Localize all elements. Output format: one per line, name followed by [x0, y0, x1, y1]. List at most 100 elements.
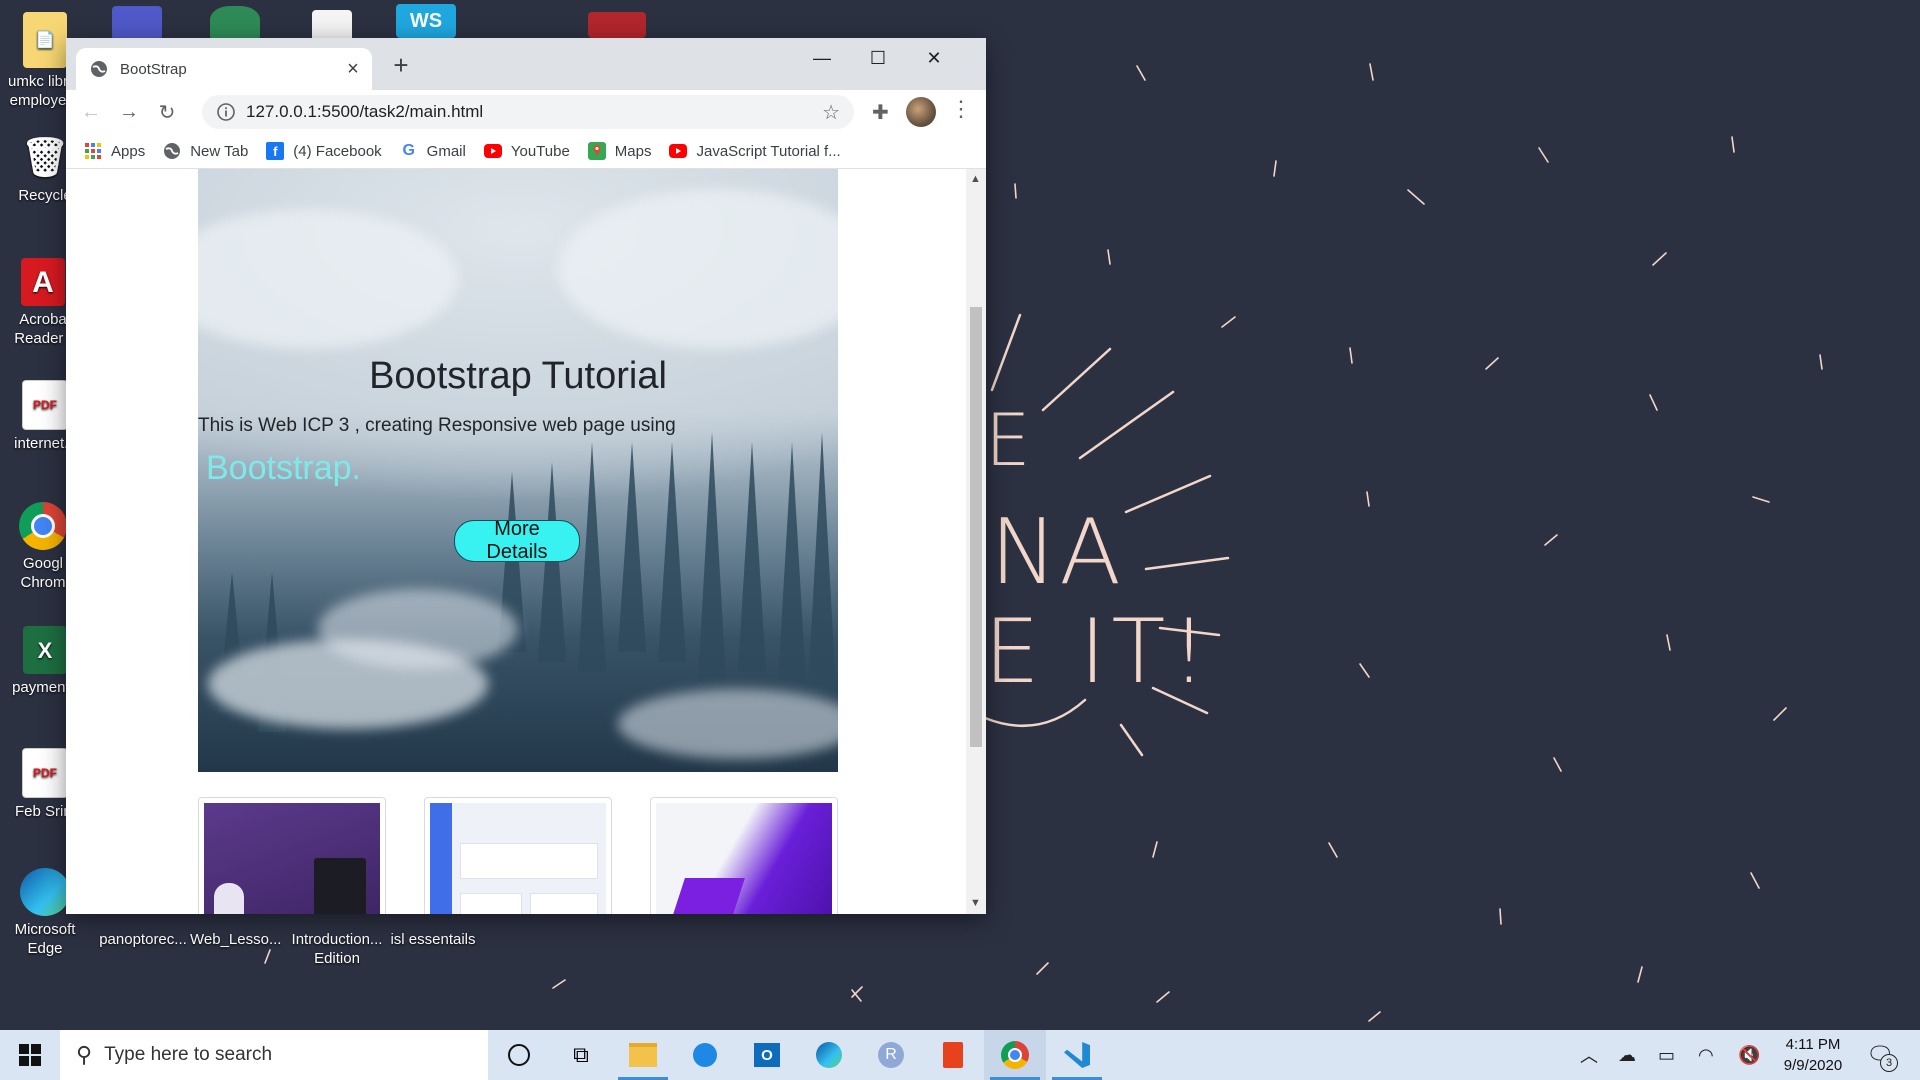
battery-icon[interactable]: ▭ — [1658, 1030, 1675, 1080]
page-viewport: Bootstrap Tutorial This is Web ICP 3 , c… — [66, 169, 966, 914]
bookmark-label: (4) Facebook — [293, 142, 382, 160]
bookmarks-bar: Apps New Tab f (4) Facebook G Gmail YouT… — [66, 134, 986, 169]
bookmark-label: New Tab — [190, 142, 249, 160]
office-icon[interactable] — [922, 1030, 984, 1080]
desktop-icon-introduction[interactable]: Introduction... Edition — [287, 930, 387, 968]
card-image — [430, 803, 606, 914]
info-icon[interactable] — [216, 102, 236, 122]
apps-icon — [84, 142, 102, 160]
globe-icon — [91, 61, 107, 77]
hero-accent-text: Bootstrap. — [206, 449, 361, 487]
taskbar-search[interactable]: ⚲ Type here to search — [60, 1030, 488, 1080]
bookmark-javascript-tutorial[interactable]: JavaScript Tutorial f... — [669, 142, 841, 160]
volume-muted-icon[interactable]: 🔇 — [1738, 1030, 1760, 1080]
desktop-icon-label: umkc libr employe — [8, 73, 68, 109]
card-1[interactable] — [198, 797, 386, 914]
acrobat-icon: A — [21, 258, 65, 306]
browser-toolbar: ← → ↻ 127.0.0.1:5500/task2/main.html ☆ ✚… — [66, 90, 986, 134]
new-tab-button[interactable]: + — [386, 50, 416, 80]
minimize-button[interactable]: — — [794, 38, 850, 78]
desktop-icon-web-lesson[interactable]: Web_Lesso... — [190, 930, 282, 949]
desktop-icon-label: Microsoft — [14, 921, 76, 938]
chrome-icon — [19, 502, 67, 550]
wallpaper-word-3: E IT! — [984, 600, 1213, 703]
more-details-button[interactable]: More Details — [454, 518, 580, 563]
bookmark-label: Gmail — [426, 142, 466, 160]
chrome-taskbar-icon[interactable] — [984, 1030, 1046, 1080]
url-text[interactable]: 127.0.0.1:5500/task2/main.html — [246, 102, 822, 122]
windows-taskbar: ⚲ Type here to search ⧉ O R ︿ ☁ ▭ ◠ 🔇 4:… — [0, 1030, 1920, 1080]
card-3[interactable] — [650, 797, 838, 914]
forward-arrow-icon[interactable]: → — [112, 95, 146, 129]
app-blue-icon[interactable] — [674, 1030, 736, 1080]
close-tab-icon[interactable]: × — [342, 58, 364, 80]
r-icon[interactable]: R — [860, 1030, 922, 1080]
recycle-bin-icon: 🗑 — [20, 136, 70, 179]
card-image — [656, 803, 832, 914]
scrollbar-thumb[interactable] — [970, 307, 982, 747]
search-placeholder[interactable]: Type here to search — [104, 1044, 272, 1066]
maximize-button[interactable]: ☐ — [850, 38, 906, 78]
browser-window: BootStrap × + — ☐ ✕ ← → ↻ 127.0.0.1:5500… — [66, 38, 986, 914]
teams-icon[interactable] — [112, 6, 162, 40]
desktop-icon-label-line2: Edge — [27, 940, 63, 957]
file-explorer-icon[interactable] — [612, 1030, 674, 1080]
system-clock[interactable]: 4:11 PM 9/9/2020 — [1768, 1034, 1858, 1076]
maps-icon — [587, 142, 606, 160]
edge-taskbar-icon[interactable] — [798, 1030, 860, 1080]
reload-icon[interactable]: ↻ — [150, 95, 184, 129]
desktop-icon-label: Web_Lesso... — [190, 931, 282, 948]
page-scrollbar[interactable]: ▲ ▼ — [966, 169, 986, 914]
extensions-puzzle-icon[interactable]: ✚ — [872, 100, 889, 125]
bookmark-label: JavaScript Tutorial f... — [696, 142, 841, 160]
clock-time: 4:11 PM — [1785, 1036, 1841, 1053]
facebook-icon: f — [266, 142, 285, 160]
back-arrow-icon[interactable]: ← — [74, 95, 108, 129]
notification-badge: 3 — [1880, 1054, 1898, 1072]
tab-strip: BootStrap × + — ☐ ✕ — [66, 38, 986, 90]
app-icon[interactable] — [210, 6, 260, 40]
profile-avatar[interactable] — [906, 97, 936, 127]
more-menu-icon[interactable]: ⋮ — [950, 96, 972, 122]
outlook-icon[interactable]: O — [736, 1030, 798, 1080]
address-bar[interactable]: 127.0.0.1:5500/task2/main.html ☆ — [202, 95, 854, 129]
pdf-icon: PDF — [22, 380, 68, 430]
hero-jumbotron: Bootstrap Tutorial This is Web ICP 3 , c… — [198, 169, 838, 772]
edge-icon — [20, 868, 70, 916]
desktop-icon-isl-essentials[interactable]: isl essentails — [383, 930, 483, 949]
onedrive-cloud-icon[interactable]: ☁ — [1618, 1030, 1636, 1080]
vscode-icon[interactable] — [1046, 1030, 1108, 1080]
bookmark-apps[interactable]: Apps — [84, 142, 145, 160]
windows-logo-icon — [19, 1044, 41, 1066]
bookmark-facebook[interactable]: f (4) Facebook — [266, 142, 382, 160]
desktop-icon-label: panoptorec... — [99, 931, 187, 948]
youtube-icon — [669, 142, 688, 160]
bookmark-maps[interactable]: Maps — [587, 142, 651, 160]
desktop-icon-label: Introduction... — [291, 931, 383, 948]
start-button[interactable] — [0, 1030, 60, 1080]
wifi-icon[interactable]: ◠ — [1698, 1030, 1714, 1080]
tab-bootstrap[interactable]: BootStrap × — [76, 48, 372, 90]
bookmark-star-icon[interactable]: ☆ — [822, 100, 840, 125]
scroll-up-arrow-icon[interactable]: ▲ — [970, 173, 981, 185]
bookmark-youtube[interactable]: YouTube — [483, 142, 570, 160]
cortana-icon[interactable] — [488, 1030, 550, 1080]
wallpaper-word-1: E — [985, 398, 1031, 482]
task-view-icon[interactable]: ⧉ — [550, 1030, 612, 1080]
hero-title: Bootstrap Tutorial — [369, 355, 667, 397]
youtube-icon — [483, 142, 502, 160]
search-icon: ⚲ — [76, 1042, 93, 1067]
folder-icon: 📄 — [23, 12, 67, 68]
scroll-down-arrow-icon[interactable]: ▼ — [970, 897, 981, 909]
clock-date: 9/9/2020 — [1783, 1057, 1843, 1074]
close-window-button[interactable]: ✕ — [906, 38, 962, 78]
winrar-icon[interactable] — [588, 12, 646, 38]
webstorm-icon[interactable]: WS — [396, 4, 456, 38]
desktop-icon-panopto[interactable]: panoptorec... — [98, 930, 188, 949]
bookmark-new-tab[interactable]: New Tab — [163, 142, 248, 160]
bookmark-gmail[interactable]: G Gmail — [400, 142, 466, 160]
card-2[interactable] — [424, 797, 612, 914]
bookmark-label: YouTube — [510, 142, 570, 160]
action-center-icon[interactable]: 🗨 3 — [1866, 1030, 1898, 1080]
show-hidden-icons-chevron-icon[interactable]: ︿ — [1580, 1030, 1598, 1080]
